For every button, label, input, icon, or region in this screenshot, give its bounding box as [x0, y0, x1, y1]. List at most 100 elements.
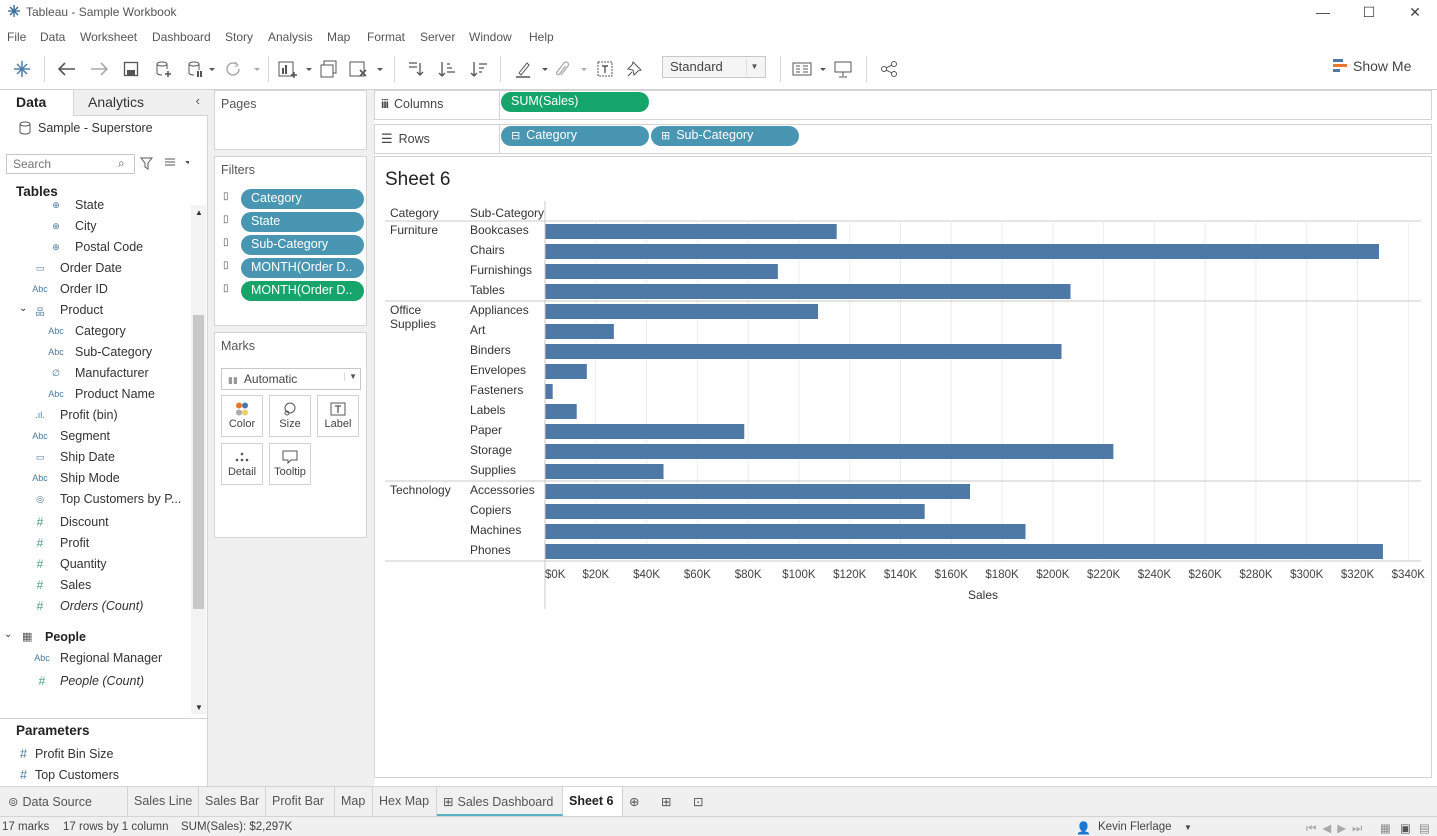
collapse-pane-icon[interactable]: ‹: [196, 93, 200, 108]
field-item[interactable]: Abc Ship Mode: [0, 469, 190, 489]
field-item[interactable]: # Discount: [0, 513, 190, 533]
field-item[interactable]: # Sales: [0, 576, 190, 596]
bar[interactable]: [545, 544, 1383, 559]
menu-dashboard[interactable]: Dashboard: [152, 30, 211, 44]
bar[interactable]: [545, 404, 577, 419]
menu-format[interactable]: Format: [367, 30, 405, 44]
menu-data[interactable]: Data: [40, 30, 65, 44]
view-options-icon[interactable]: [165, 158, 189, 168]
field-item[interactable]: ▭ Order Date: [0, 259, 190, 279]
close-button[interactable]: ✕: [1392, 2, 1437, 22]
size-button[interactable]: Size: [269, 395, 311, 437]
parameter-item[interactable]: # Profit Bin Size: [20, 747, 113, 761]
sheet-navigation-icons[interactable]: ⏮◀▶⏭: [1306, 821, 1368, 836]
field-item[interactable]: ⊕ Postal Code: [0, 238, 190, 258]
new-worksheet-tab-icon[interactable]: ⊕: [623, 787, 655, 816]
refresh-icon[interactable]: [222, 58, 262, 80]
sort-descending-icon[interactable]: [468, 58, 490, 80]
bar[interactable]: [545, 264, 778, 279]
new-story-tab-icon[interactable]: ⊡: [687, 787, 719, 816]
filter-pill[interactable]: Sub-Category: [241, 235, 364, 255]
field-item[interactable]: # Profit: [0, 534, 190, 554]
field-item[interactable]: Abc Sub-Category: [0, 343, 190, 363]
new-datasource-icon[interactable]: [152, 58, 176, 80]
rows-shelf[interactable]: ☰ Rows ⊟ Category ⊞ Sub-Category: [374, 124, 1432, 154]
swap-rows-columns-icon[interactable]: [404, 58, 426, 80]
bar[interactable]: [545, 284, 1071, 299]
filter-pill[interactable]: State: [241, 212, 364, 232]
show-labels-icon[interactable]: [594, 58, 616, 80]
bar[interactable]: [545, 244, 1379, 259]
highlight-icon[interactable]: [512, 58, 550, 80]
bar[interactable]: [545, 524, 1026, 539]
columns-shelf[interactable]: iii Columns SUM(Sales): [374, 90, 1432, 120]
tab-sales-line[interactable]: Sales Line: [128, 787, 199, 816]
bar[interactable]: [545, 384, 553, 399]
field-item[interactable]: Abc Segment: [0, 427, 190, 447]
bar[interactable]: [545, 464, 664, 479]
field-item[interactable]: Abc Product Name: [0, 385, 190, 405]
field-item[interactable]: ▭ Ship Date: [0, 448, 190, 468]
bar[interactable]: [545, 504, 925, 519]
filter-pill[interactable]: MONTH(Order D..: [241, 281, 364, 301]
bar[interactable]: [545, 424, 745, 439]
field-item[interactable]: Abc Order ID: [0, 280, 190, 300]
bar[interactable]: [545, 344, 1062, 359]
tab-hex-map[interactable]: Hex Map: [373, 787, 437, 816]
tab-sales-bar[interactable]: Sales Bar: [199, 787, 266, 816]
tableau-home-icon[interactable]: [10, 58, 34, 80]
field-item[interactable]: ◎ Top Customers by P...: [0, 490, 190, 510]
menu-server[interactable]: Server: [420, 30, 455, 44]
pause-datasource-icon[interactable]: [184, 58, 218, 80]
field-item[interactable]: ∅ Manufacturer: [0, 364, 190, 384]
bar[interactable]: [545, 324, 614, 339]
field-item[interactable]: 品 ⌄ Product: [0, 301, 190, 321]
bar[interactable]: [545, 364, 587, 379]
tab-data[interactable]: Data: [0, 90, 74, 116]
search-input[interactable]: [6, 154, 135, 174]
tab-sheet-6[interactable]: Sheet 6: [563, 787, 623, 816]
field-item[interactable]: ⊕ State: [0, 196, 190, 216]
field-item[interactable]: # Quantity: [0, 555, 190, 575]
datasource-item[interactable]: Sample - Superstore: [18, 121, 153, 135]
menu-file[interactable]: File: [7, 30, 26, 44]
pill-category[interactable]: ⊟ Category: [501, 126, 649, 146]
share-icon[interactable]: [878, 58, 900, 80]
detail-button[interactable]: Detail: [221, 443, 263, 485]
menu-analysis[interactable]: Analysis: [268, 30, 313, 44]
tabs-icon[interactable]: ▤: [1419, 821, 1430, 835]
chevron-down-icon[interactable]: ⌄: [19, 303, 27, 314]
filter-pill[interactable]: MONTH(Order D..: [241, 258, 364, 278]
pages-card[interactable]: Pages: [214, 90, 367, 150]
show-cards-icon[interactable]: [790, 58, 828, 80]
menu-help[interactable]: Help: [529, 30, 554, 44]
parameter-item[interactable]: # Top Customers: [20, 768, 119, 782]
field-item[interactable]: # People (Count): [0, 672, 190, 692]
filter-pill[interactable]: Category: [241, 189, 364, 209]
filter-icon[interactable]: [140, 157, 153, 170]
user-name[interactable]: Kevin Flerlage: [1098, 821, 1172, 833]
filmstrip-icon[interactable]: ▣: [1400, 821, 1411, 835]
label-button[interactable]: Label: [317, 395, 359, 437]
show-me-button[interactable]: Show Me: [1333, 58, 1411, 74]
field-item[interactable]: Abc Regional Manager: [0, 649, 190, 669]
people-table-header[interactable]: ⌄ ▦ People: [0, 628, 190, 648]
new-dashboard-tab-icon[interactable]: ⊞: [655, 787, 687, 816]
expand-icon[interactable]: ⊞: [661, 130, 670, 142]
pill-sub-category[interactable]: ⊞ Sub-Category: [651, 126, 799, 146]
tooltip-button[interactable]: Tooltip: [269, 443, 311, 485]
clear-sheet-icon[interactable]: [348, 58, 384, 80]
field-item[interactable]: # Orders (Count): [0, 597, 190, 617]
sort-ascending-icon[interactable]: [436, 58, 458, 80]
scroll-down-icon[interactable]: ▼: [195, 703, 203, 712]
fit-select[interactable]: Standard ▼: [662, 56, 766, 78]
tab-map[interactable]: Map: [335, 787, 373, 816]
bar[interactable]: [545, 304, 819, 319]
bar[interactable]: [545, 484, 970, 499]
new-worksheet-icon[interactable]: [276, 58, 314, 80]
pill-sum-sales[interactable]: SUM(Sales): [501, 92, 649, 112]
save-icon[interactable]: [120, 58, 142, 80]
collapse-icon[interactable]: ⊟: [511, 130, 520, 142]
minimize-button[interactable]: —: [1300, 2, 1346, 22]
tab-data-source[interactable]: ⊚ Data Source: [0, 787, 128, 816]
